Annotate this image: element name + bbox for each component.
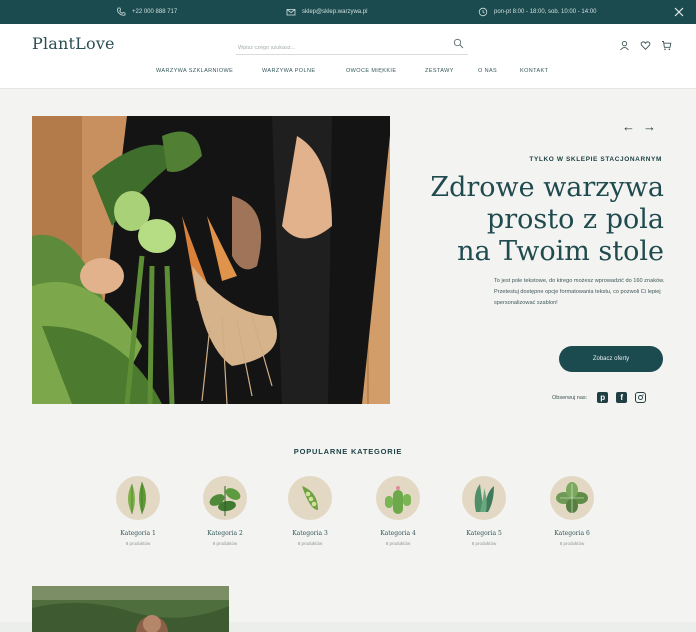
hero-image bbox=[32, 116, 390, 404]
category-name: Kategoria 6 bbox=[554, 530, 590, 537]
pinterest-icon[interactable]: p bbox=[597, 392, 609, 403]
site-header: PlantLove WARZYWA SZKLARNIOWE WARZYWA PO… bbox=[0, 24, 696, 89]
top-info-bar: +22 000 888 717 sklep@sklep.warzywa.pl p… bbox=[0, 0, 696, 24]
nav-item-o-nas[interactable]: O NAS bbox=[478, 68, 497, 74]
nav-item-zestawy[interactable]: ZESTAWY bbox=[425, 68, 454, 74]
category-count: 8 produktów bbox=[297, 541, 323, 546]
topbar-phone[interactable]: +22 000 888 717 bbox=[116, 0, 177, 24]
hero-kicker: TYLKO W SKLEPIE STACJONARNYM bbox=[529, 156, 662, 163]
nav-item-kontakt[interactable]: KONTAKT bbox=[520, 68, 548, 74]
category-image bbox=[288, 476, 332, 520]
nav-item-owoce-miekkie[interactable]: OWOCE MIĘKKIE bbox=[346, 68, 396, 74]
category-image bbox=[116, 476, 160, 520]
hero-headline-line-3: na Twoim stole bbox=[457, 236, 664, 267]
header-icons bbox=[619, 38, 672, 51]
category-image bbox=[203, 476, 247, 520]
follow-label: Obserwuj nas: bbox=[552, 394, 588, 401]
category-card-2[interactable]: Kategoria 2 8 produktów bbox=[185, 476, 265, 546]
category-card-1[interactable]: Kategoria 1 8 produktów bbox=[98, 476, 178, 546]
hero-lead-text: To jest pole tekstowe, do ktrego możesz … bbox=[494, 278, 665, 306]
search-bar bbox=[236, 36, 468, 56]
category-count: 8 produktów bbox=[385, 541, 411, 546]
category-card-4[interactable]: Kategoria 4 8 produktów bbox=[358, 476, 438, 546]
site-logo[interactable]: PlantLove bbox=[32, 34, 115, 53]
hero-slider-arrows: ← → bbox=[622, 120, 656, 134]
bottom-promo-image bbox=[32, 586, 229, 632]
hero-headline: Zdrowe warzywa prosto z pola na Twoim st… bbox=[364, 172, 664, 268]
topbar-email[interactable]: sklep@sklep.warzywa.pl bbox=[286, 0, 367, 24]
close-icon[interactable] bbox=[672, 5, 686, 19]
cart-icon[interactable] bbox=[661, 38, 672, 51]
nav-item-warzywa-polne[interactable]: WARZYWA POLNE bbox=[262, 68, 315, 74]
mail-icon bbox=[286, 9, 296, 16]
category-image bbox=[462, 476, 506, 520]
clock-icon bbox=[478, 7, 488, 17]
search-input[interactable] bbox=[236, 40, 438, 56]
category-card-5[interactable]: Kategoria 5 8 produktów bbox=[444, 476, 524, 546]
topbar-hours: pon-pt 8:00 - 18:00, sob. 10:00 - 14:00 bbox=[478, 0, 596, 24]
category-count: 8 produktów bbox=[212, 541, 238, 546]
nav-item-warzywa-szklarniowe[interactable]: WARZYWA SZKLARNIOWE bbox=[156, 68, 233, 74]
heart-icon[interactable] bbox=[640, 38, 651, 50]
category-image bbox=[376, 476, 420, 520]
category-card-6[interactable]: Kategoria 6 8 produktów bbox=[532, 476, 612, 546]
topbar-hours-text: pon-pt 8:00 - 18:00, sob. 10:00 - 14:00 bbox=[494, 9, 597, 15]
hero-headline-line-2: prosto z pola bbox=[486, 204, 664, 235]
topbar-phone-text: +22 000 888 717 bbox=[132, 9, 178, 15]
facebook-icon[interactable]: f bbox=[616, 392, 628, 403]
category-name: Kategoria 4 bbox=[380, 530, 416, 537]
see-offers-button[interactable]: Zobacz oferty bbox=[559, 346, 663, 372]
instagram-icon[interactable] bbox=[635, 392, 647, 403]
user-icon[interactable] bbox=[619, 38, 630, 51]
category-image bbox=[550, 476, 594, 520]
category-name: Kategoria 5 bbox=[466, 530, 502, 537]
category-count: 8 produktów bbox=[471, 541, 497, 546]
hero-headline-line-1: Zdrowe warzywa bbox=[430, 172, 664, 203]
category-card-3[interactable]: Kategoria 3 8 produktów bbox=[270, 476, 350, 546]
popular-categories-title: POPULARNE KATEGORIE bbox=[293, 447, 403, 456]
category-name: Kategoria 1 bbox=[120, 530, 156, 537]
phone-icon bbox=[117, 7, 126, 16]
slider-next-arrow[interactable]: → bbox=[643, 120, 656, 134]
search-icon[interactable] bbox=[453, 38, 464, 49]
category-count: 8 produktów bbox=[559, 541, 585, 546]
topbar-email-text: sklep@sklep.warzywa.pl bbox=[302, 9, 368, 15]
slider-prev-arrow[interactable]: ← bbox=[622, 120, 635, 134]
category-name: Kategoria 3 bbox=[292, 530, 328, 537]
category-count: 8 produktów bbox=[125, 541, 151, 546]
category-name: Kategoria 2 bbox=[207, 530, 243, 537]
social-follow: Obserwuj nas: p f bbox=[552, 392, 647, 403]
main-nav: WARZYWA SZKLARNIOWE WARZYWA POLNE OWOCE … bbox=[0, 68, 696, 82]
